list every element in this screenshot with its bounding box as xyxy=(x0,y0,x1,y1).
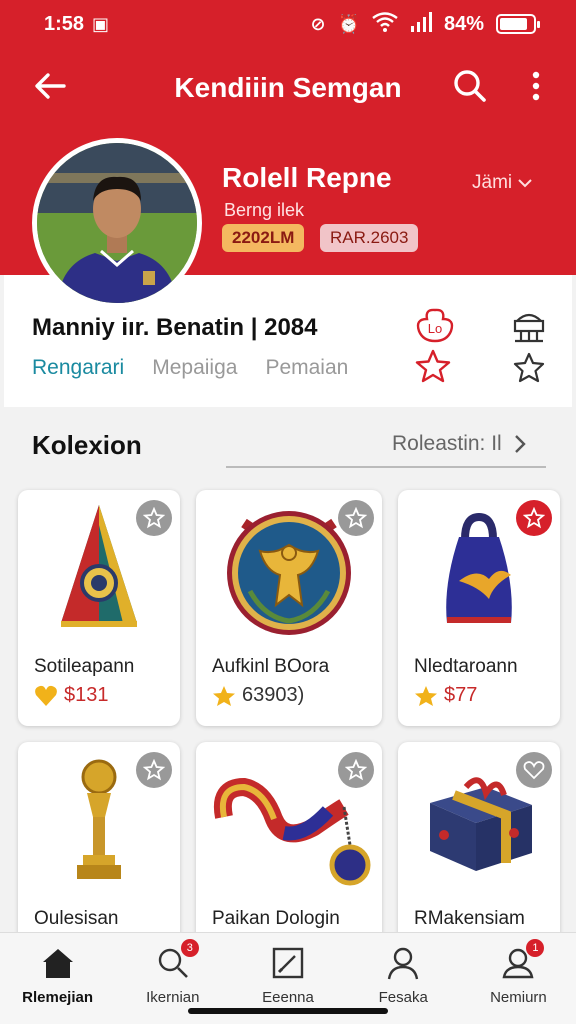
star-outline-icon xyxy=(415,349,451,383)
profile-icon: 1 xyxy=(498,939,545,983)
status-bar: 1:58 ▣ ⊘ ⏰ 84% xyxy=(0,0,576,48)
svg-text:Lo: Lo xyxy=(428,321,442,336)
card-name: RMakensiam xyxy=(414,908,525,929)
do-not-disturb-icon: ⊘ xyxy=(310,13,326,34)
battery-icon xyxy=(496,14,540,34)
nav-badge: 3 xyxy=(180,939,199,957)
nav-badge: 1 xyxy=(526,939,545,957)
chevron-right-icon xyxy=(514,435,526,453)
wifi-icon xyxy=(372,11,398,37)
more-options-button[interactable] xyxy=(516,66,556,106)
favorite-toggle[interactable] xyxy=(136,752,172,788)
card-name: Paikan Dologin xyxy=(212,908,340,929)
chevron-down-icon xyxy=(518,179,532,188)
battery-percent: 84% xyxy=(443,12,484,35)
stadium-icon xyxy=(513,313,545,343)
profile-stats: Manniy iır. Benatin | 2084 xyxy=(32,314,318,341)
nav-profile[interactable]: 1 Nemiurn xyxy=(461,933,576,1024)
collection-title: Kolexion xyxy=(32,430,142,460)
nav-home[interactable]: Rlemejian xyxy=(0,933,115,1024)
collection-card[interactable]: Aufkinl BOora 63903) xyxy=(196,490,382,726)
achievements-button[interactable]: Lo xyxy=(412,306,458,346)
nav-label: Eeenna xyxy=(262,989,314,1006)
card-price: $131 xyxy=(34,684,109,707)
status-time: 1:58 xyxy=(44,12,85,35)
heart-icon xyxy=(35,685,57,706)
collection-card[interactable]: Sotileapann $131 xyxy=(18,490,180,726)
search-icon xyxy=(454,70,486,102)
price-text: $77 xyxy=(444,684,478,706)
star-icon xyxy=(345,507,367,529)
card-name: Nledtaroann xyxy=(414,656,518,677)
nav-label: Rlemejian xyxy=(22,989,94,1006)
heart-outline-icon xyxy=(523,761,545,780)
rank-badge: RAR.2603 xyxy=(320,224,419,252)
app-bar: Kendiiin Semgan xyxy=(0,48,576,130)
profile-tabs: Rengarari Mepaiiga Pemaian xyxy=(32,356,348,380)
card-price: $77 xyxy=(414,684,477,707)
star-share-icon xyxy=(513,352,545,383)
collection-card[interactable]: Nledtaroann $77 xyxy=(398,490,560,726)
price-text: $131 xyxy=(64,684,109,706)
person-icon xyxy=(383,943,423,983)
home-icon xyxy=(38,943,78,983)
price-text: 63903) xyxy=(242,684,305,706)
nav-label: Nemiurn xyxy=(490,989,547,1006)
points-badge: 2202LM xyxy=(222,224,305,252)
avatar[interactable] xyxy=(32,138,202,308)
filter-underline xyxy=(226,466,546,468)
home-indicator[interactable] xyxy=(188,1008,388,1014)
star-icon xyxy=(143,507,165,529)
search-icon: 3 xyxy=(153,939,199,983)
favorite-toggle[interactable] xyxy=(516,752,552,788)
star-filled-icon xyxy=(415,685,437,706)
notification-icon: ▣ xyxy=(92,13,110,34)
badge-icon: Lo xyxy=(416,308,454,343)
card-name: Sotileapann xyxy=(34,656,135,677)
card-name: Aufkinl BOora xyxy=(212,656,330,677)
star-icon xyxy=(143,759,165,781)
profile-name: Rolell Repne xyxy=(222,162,392,193)
more-vertical-icon xyxy=(532,71,540,101)
nav-label: Fesaka xyxy=(378,989,428,1006)
card-price: 63903) xyxy=(212,684,304,707)
stadium-button[interactable] xyxy=(506,306,552,346)
favorite-toggle[interactable] xyxy=(136,500,172,536)
profile-dropdown[interactable]: Jämi xyxy=(472,172,532,194)
tab-rengarari[interactable]: Rengarari xyxy=(32,356,124,380)
filter-label: Roleastin: Il xyxy=(392,432,502,455)
star-icon xyxy=(345,759,367,781)
signal-icon xyxy=(410,11,432,37)
tab-mepaiiga[interactable]: Mepaiiga xyxy=(152,356,237,380)
favorite-toggle[interactable] xyxy=(516,500,552,536)
favorite-toggle[interactable] xyxy=(338,752,374,788)
share-button[interactable] xyxy=(506,348,552,388)
star-icon xyxy=(523,507,545,529)
favorite-button[interactable] xyxy=(410,346,456,386)
dropdown-label: Jämi xyxy=(472,172,513,193)
tab-pemaian[interactable]: Pemaian xyxy=(265,356,348,380)
card-name: Oulesisan xyxy=(34,908,119,929)
star-filled-icon xyxy=(213,685,235,706)
search-button[interactable] xyxy=(450,66,490,106)
alarm-icon: ⏰ xyxy=(337,13,360,34)
profile-subtitle: Berng ilek xyxy=(224,200,305,220)
collection-filter[interactable]: Roleastin: Il xyxy=(392,432,526,456)
edit-icon xyxy=(268,943,308,983)
nav-label: Ikernian xyxy=(146,989,200,1006)
favorite-toggle[interactable] xyxy=(338,500,374,536)
